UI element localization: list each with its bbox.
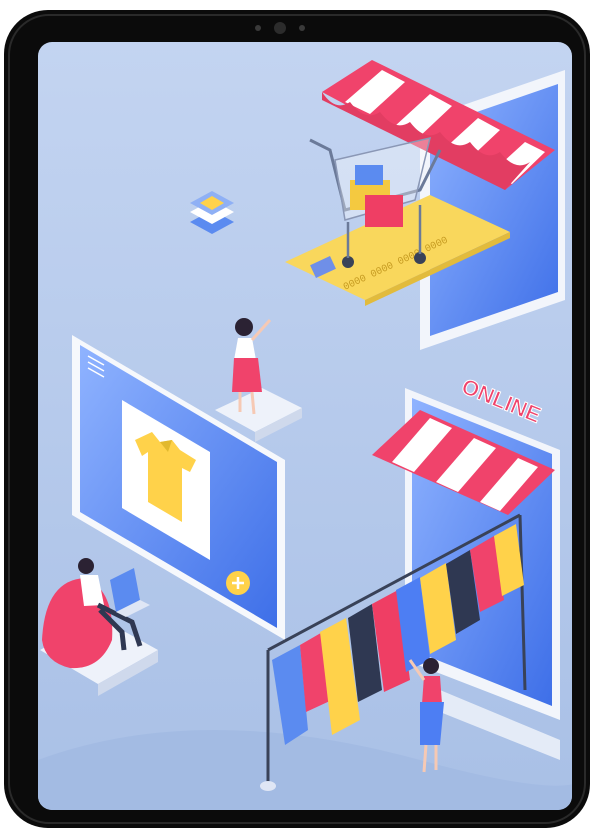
tablet-illustration: 0000 0000 0000 0000 ONLINE	[4, 10, 590, 828]
screen: 0000 0000 0000 0000 ONLINE	[38, 42, 572, 810]
